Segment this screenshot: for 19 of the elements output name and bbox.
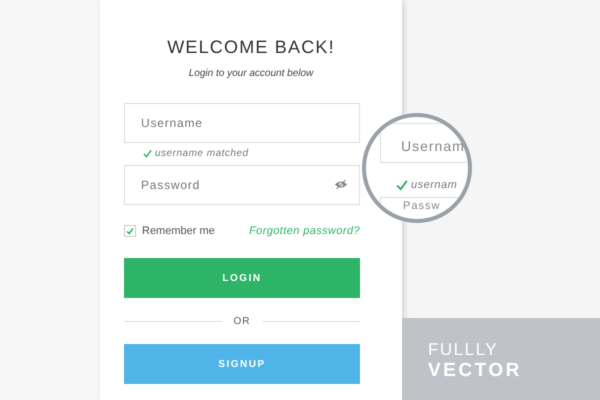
eye-slash-icon[interactable]	[334, 179, 348, 190]
banner-text: FULLLY	[428, 340, 500, 360]
check-icon	[143, 149, 152, 158]
forgot-password-link[interactable]: Forgotten password?	[249, 225, 360, 237]
title: WELCOME BACK!	[166, 37, 336, 58]
login-button[interactable]: LOGIN	[124, 258, 360, 298]
magnified-text: usernam	[411, 179, 458, 191]
magnified-text: Usernam	[401, 138, 465, 154]
banner-heading: VECTOR	[428, 360, 523, 382]
checkbox[interactable]	[124, 225, 136, 237]
divider-text: OR	[234, 316, 250, 326]
signup-button[interactable]: SIGNUP	[124, 344, 360, 384]
checkbox-label: Remember me	[142, 225, 215, 237]
validation-message: username matched	[155, 148, 249, 159]
check-icon	[396, 179, 408, 191]
subtitle: Login to your account below	[188, 68, 315, 79]
username-field[interactable]: Username	[124, 103, 360, 143]
password-field[interactable]: Password	[124, 165, 360, 205]
magnified-text: Passw	[403, 200, 440, 212]
